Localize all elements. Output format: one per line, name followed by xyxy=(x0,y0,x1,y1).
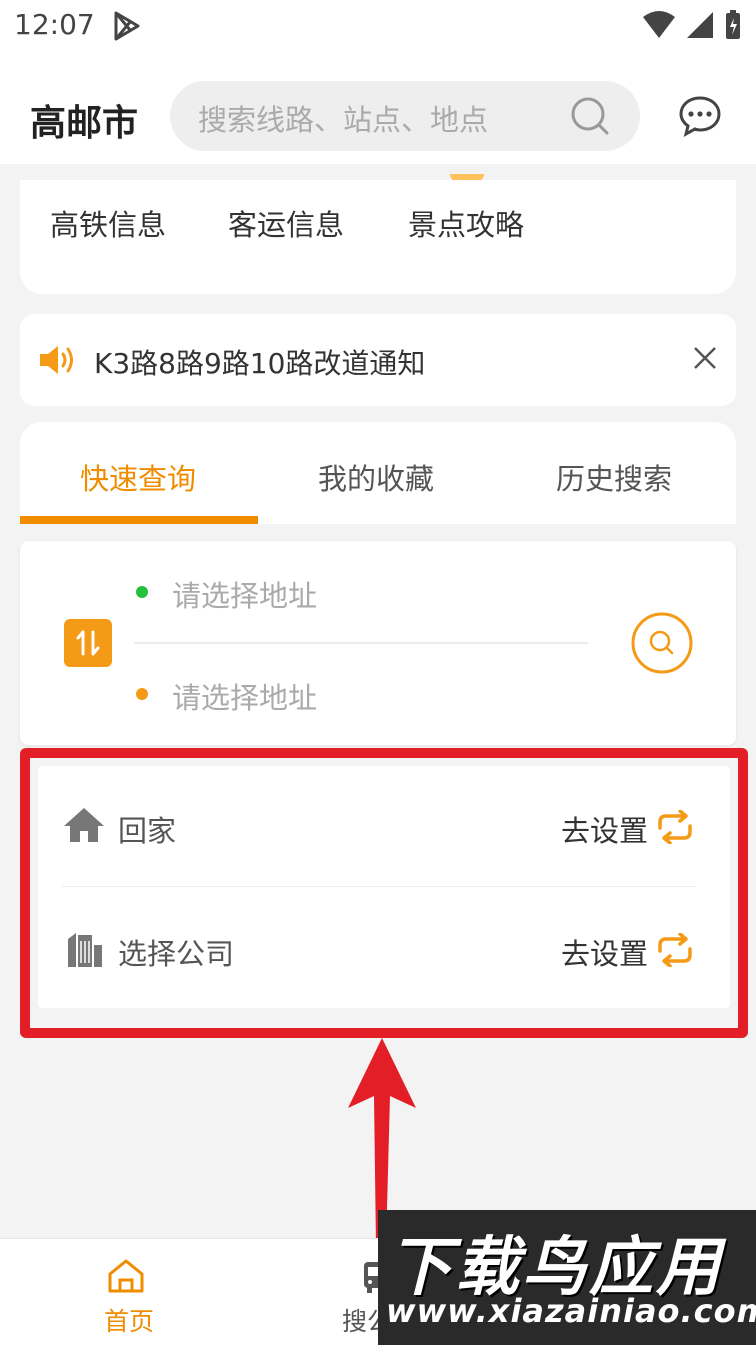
quick-link-rail[interactable]: 高铁信息 xyxy=(50,202,166,244)
route-search-button[interactable] xyxy=(630,611,694,679)
home-outline-icon[interactable] xyxy=(106,1258,146,1298)
quick-link-coach[interactable]: 客运信息 xyxy=(228,202,344,244)
search-circle-icon xyxy=(631,612,693,674)
message-icon[interactable] xyxy=(678,95,722,141)
route-divider xyxy=(134,642,588,644)
play-store-icon xyxy=(110,10,142,46)
start-address-input[interactable]: 请选择地址 xyxy=(172,573,317,615)
highlight-frame xyxy=(20,748,748,1038)
quick-link-attractions[interactable]: 景点攻略 xyxy=(408,202,524,244)
search-placeholder: 搜索线路、站点、地点 xyxy=(198,103,489,137)
nav-home-label[interactable]: 首页 xyxy=(104,1302,154,1338)
watermark: 下载鸟应用 www.xiazainiao.com xyxy=(378,1210,756,1345)
search-icon xyxy=(570,96,610,140)
query-tabs: 快速查询 我的收藏 历史搜索 xyxy=(20,422,736,524)
end-dot xyxy=(136,688,148,700)
city-selector[interactable]: 高邮市 xyxy=(30,94,138,146)
search-bar[interactable]: 搜索线路、站点、地点 xyxy=(170,81,640,151)
battery-icon xyxy=(724,10,742,44)
start-dot xyxy=(136,586,148,598)
signal-icon xyxy=(686,11,714,43)
active-tab-indicator xyxy=(20,516,258,524)
tab-favorites[interactable]: 我的收藏 xyxy=(318,456,434,498)
tab-history[interactable]: 历史搜索 xyxy=(556,456,672,498)
swap-button[interactable] xyxy=(64,619,112,667)
wifi-icon xyxy=(642,11,676,43)
close-icon[interactable] xyxy=(692,345,718,375)
route-planner: 请选择地址 请选择地址 xyxy=(20,541,736,745)
swap-icon xyxy=(76,630,100,656)
watermark-url: www.xiazainiao.com xyxy=(386,1292,756,1330)
speaker-icon xyxy=(38,344,76,380)
quick-links-card: 高铁信息 客运信息 景点攻略 xyxy=(20,180,736,294)
status-icons xyxy=(642,10,742,44)
end-address-input[interactable]: 请选择地址 xyxy=(172,675,317,717)
notice-text: K3路8路9路10路改道通知 xyxy=(94,347,426,380)
tab-quick-query[interactable]: 快速查询 xyxy=(80,456,196,498)
notice-bar[interactable]: K3路8路9路10路改道通知 xyxy=(20,314,736,406)
status-time: 12:07 xyxy=(14,8,95,41)
